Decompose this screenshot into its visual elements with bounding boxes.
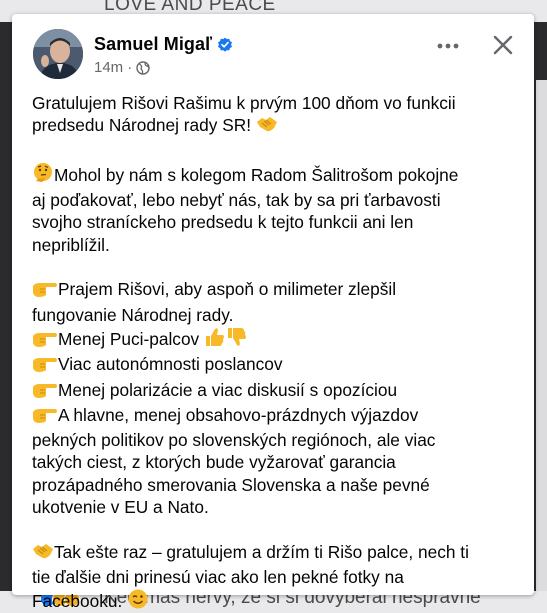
post-text-segment: aj poďakovať, lebo nebyť nás, tak by sa … bbox=[32, 190, 441, 211]
meta-separator: · bbox=[127, 59, 133, 76]
post-paragraph: Tak ešte raz – gratulujem a držím ti Riš… bbox=[32, 541, 522, 613]
post-text-segment: Gratulujem Rišovi Rašimu k prvým 100 dňo… bbox=[32, 93, 456, 113]
globe-icon[interactable] bbox=[136, 60, 150, 75]
post-text-segment: Menej polarizácie a viac diskusií s opoz… bbox=[58, 379, 398, 400]
thumbs-emoji-icon bbox=[204, 326, 248, 353]
post-text-segment: Facebooku. bbox=[32, 591, 123, 612]
post-text-line: Mohol by nám s kolegom Radom Šalitrošom … bbox=[32, 162, 522, 189]
post-text-segment: nepriblížil. bbox=[32, 234, 110, 255]
post-text-segment: prozápadného smerovania Slovenska a naše… bbox=[32, 474, 430, 495]
post-text-segment: Tak ešte raz – gratulujem a držím ti Riš… bbox=[54, 541, 469, 562]
post-text-line: svojho straníckeho predsedu k tejto funk… bbox=[32, 211, 522, 233]
post-text-line: takých ciest, z ktorých bude vyžarovať g… bbox=[32, 451, 522, 473]
wink-emoji-icon bbox=[127, 588, 149, 613]
point-right-emoji-icon bbox=[32, 355, 58, 378]
post-text-segment: Mohol by nám s kolegom Radom Šalitrošom … bbox=[54, 164, 459, 185]
post-text-line: Viac autonómnosti poslancov bbox=[32, 353, 522, 378]
post-text-line: predsedu Národnej rady SR! bbox=[32, 114, 522, 139]
verified-badge-icon bbox=[217, 37, 233, 53]
more-options-button[interactable] bbox=[430, 34, 466, 58]
post-text-line: fungovanie Národnej rady. bbox=[32, 304, 522, 326]
point-right-emoji-icon bbox=[32, 280, 58, 303]
thinking-emoji-icon bbox=[32, 162, 54, 189]
post-paragraph: Gratulujem Rišovi Rašimu k prvým 100 dňo… bbox=[32, 92, 522, 140]
point-right-emoji-icon bbox=[32, 406, 58, 429]
post-text-segment: takých ciest, z ktorých bude vyžarovať g… bbox=[32, 452, 396, 473]
post-text-line: A hlavne, menej obsahovo-prázdnych výjaz… bbox=[32, 404, 522, 429]
background-scroll-area bbox=[536, 80, 547, 600]
post-header: Samuel Migaľ 14m · bbox=[12, 14, 534, 84]
post-text-line: Prajem Rišovi, aby aspoň o milimeter zle… bbox=[32, 278, 522, 303]
post-text-segment: pekných politikov po slovenských regióno… bbox=[32, 430, 436, 451]
post-card: Samuel Migaľ 14m · Gratulujem Rišovi Raš… bbox=[12, 14, 534, 611]
avatar[interactable] bbox=[33, 29, 83, 79]
post-text-segment: fungovanie Národnej rady. bbox=[32, 304, 234, 325]
post-text-line: Tak ešte raz – gratulujem a držím ti Riš… bbox=[32, 541, 522, 566]
post-paragraph: Mohol by nám s kolegom Radom Šalitrošom … bbox=[32, 162, 522, 256]
post-text-line: prozápadného smerovania Slovenska a naše… bbox=[32, 474, 522, 496]
post-text-segment: A hlavne, menej obsahovo-prázdnych výjaz… bbox=[58, 404, 419, 425]
post-text-segment: ukotvenie v EU a Nato. bbox=[32, 497, 209, 518]
point-right-emoji-icon bbox=[32, 381, 58, 404]
handshake-emoji-icon bbox=[32, 541, 54, 566]
post-text-segment: predsedu Národnej rady SR! bbox=[32, 115, 252, 136]
post-text-line: pekných politikov po slovenských regióno… bbox=[32, 429, 522, 451]
post-text-segment: Menej Puci-palcov bbox=[58, 328, 200, 349]
post-text-line: aj poďakovať, lebo nebyť nás, tak by sa … bbox=[32, 189, 522, 211]
post-text-line: ukotvenie v EU a Nato. bbox=[32, 496, 522, 518]
author-row: Samuel Migaľ bbox=[94, 34, 233, 55]
more-horizontal-icon bbox=[437, 43, 459, 49]
post-text-segment: Viac autonómnosti poslancov bbox=[58, 354, 283, 375]
post-text-line: tie ďalšie dni prinesú viac ako len pekn… bbox=[32, 566, 522, 588]
post-text-line: nepriblížil. bbox=[32, 234, 522, 256]
close-button[interactable] bbox=[486, 28, 520, 62]
post-meta: 14m · bbox=[94, 59, 150, 76]
post-text-line: Menej Puci-palcov bbox=[32, 326, 522, 353]
post-text-line: Menej polarizácie a viac diskusií s opoz… bbox=[32, 379, 522, 404]
point-right-emoji-icon bbox=[32, 330, 58, 353]
post-text-line: Gratulujem Rišovi Rašimu k prvým 100 dňo… bbox=[32, 92, 522, 114]
post-text-segment: svojho straníckeho predsedu k tejto funk… bbox=[32, 212, 414, 233]
post-text-segment: Prajem Rišovi, aby aspoň o milimeter zle… bbox=[58, 279, 397, 300]
author-name[interactable]: Samuel Migaľ bbox=[94, 34, 212, 55]
handshake-emoji-icon bbox=[256, 114, 278, 139]
post-timestamp[interactable]: 14m bbox=[94, 59, 123, 76]
post-text: Gratulujem Rišovi Rašimu k prvým 100 dňo… bbox=[32, 92, 522, 613]
post-text-line: Facebooku. bbox=[32, 588, 522, 613]
close-icon bbox=[493, 35, 513, 55]
post-paragraph: Prajem Rišovi, aby aspoň o milimeter zle… bbox=[32, 278, 522, 518]
post-text-segment: tie ďalšie dni prinesú viac ako len pekn… bbox=[32, 566, 404, 587]
